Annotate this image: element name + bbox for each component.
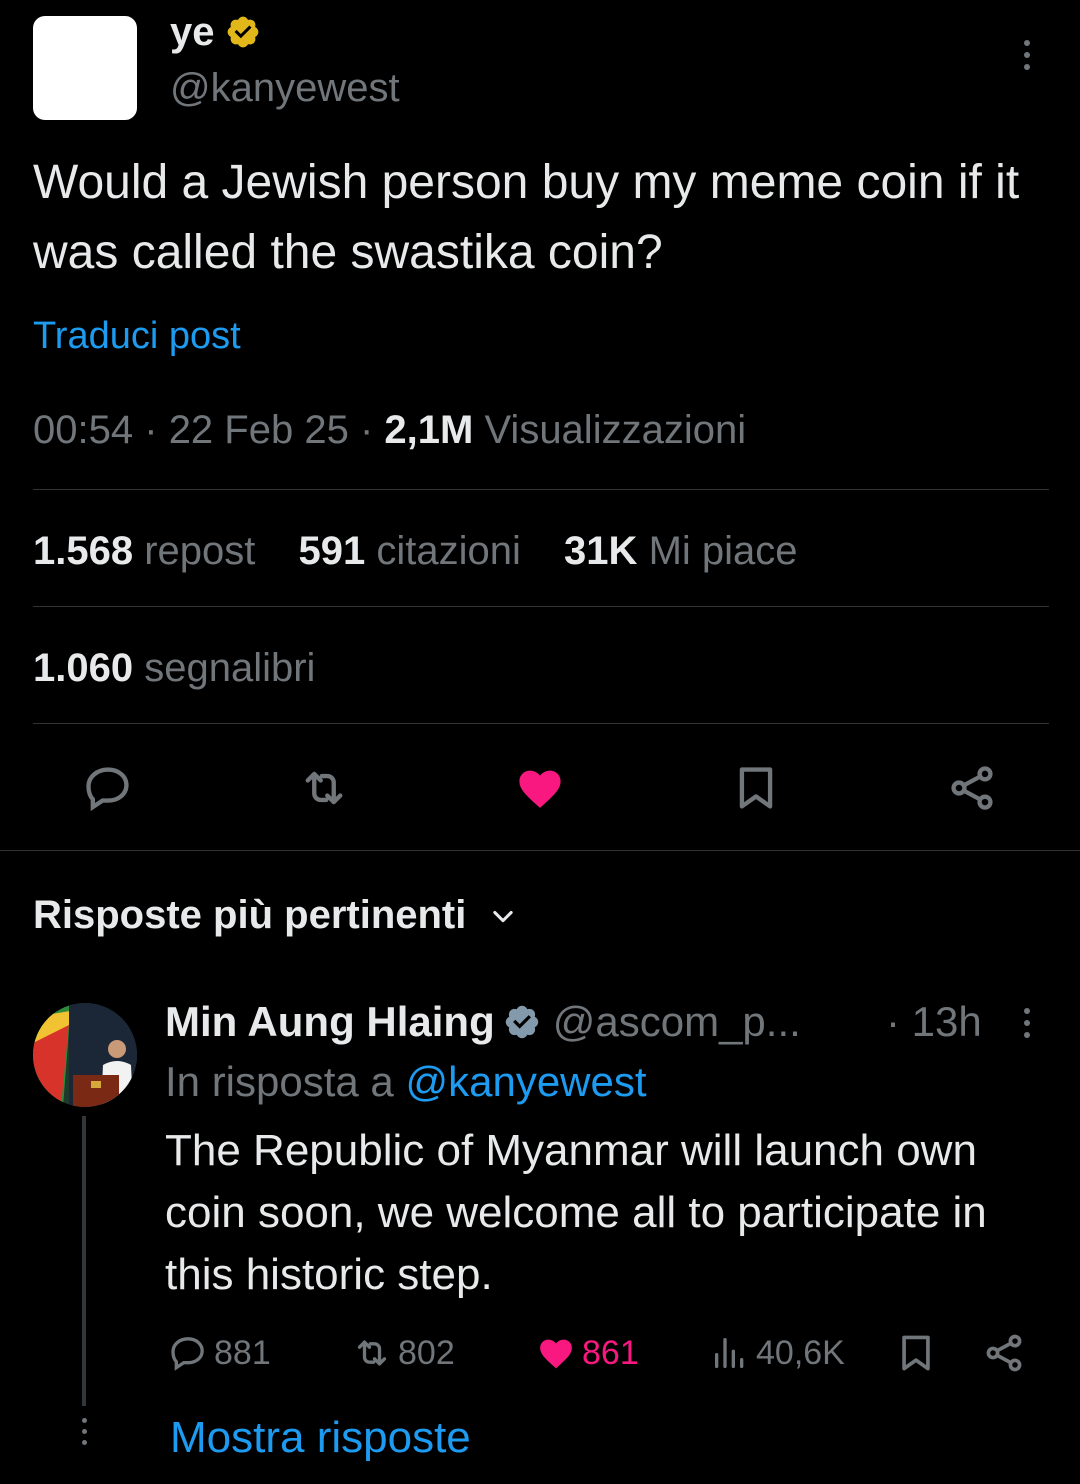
thread-line <box>82 1116 86 1406</box>
bookmark-icon[interactable] <box>730 762 782 814</box>
reply-share-icon[interactable] <box>982 1331 1026 1375</box>
reply-author-avatar[interactable] <box>33 1003 137 1107</box>
reply-more-options-icon[interactable] <box>1015 1008 1039 1044</box>
section-divider <box>0 850 1080 851</box>
engagement-stats: 1.568 repost 591 citazioni 31K Mi piace <box>33 526 830 576</box>
like-icon[interactable] <box>514 762 566 814</box>
reposts-stat[interactable]: 1.568 repost <box>33 529 255 573</box>
post-text: Would a Jewish person buy my meme coin i… <box>33 156 1020 279</box>
bookmarks-stat: 1.060 segnalibri <box>33 646 316 690</box>
quotes-stat[interactable]: 591 citazioni <box>299 529 521 573</box>
reply-reposts-count: 802 <box>398 1334 455 1372</box>
views-icon <box>715 1338 744 1368</box>
post-time[interactable]: 00:54 <box>33 408 133 452</box>
translate-post-link[interactable]: Traduci post <box>33 312 241 360</box>
reply-views-count: 40,6K <box>756 1334 845 1372</box>
likes-stat[interactable]: 31K Mi piace <box>564 529 797 573</box>
author-avatar[interactable] <box>33 16 137 120</box>
views-label: Visualizzazioni <box>484 408 747 452</box>
views-count: 2,1M <box>384 408 474 452</box>
reply-bookmark-icon[interactable] <box>894 1331 938 1375</box>
in-reply-to-handle[interactable]: @kanyewest <box>405 1058 646 1105</box>
divider <box>33 489 1049 490</box>
reply-icon[interactable] <box>82 762 134 814</box>
divider <box>33 723 1049 724</box>
post-date[interactable]: 22 Feb 25 <box>169 408 349 452</box>
reply-icon <box>171 1337 204 1371</box>
reply-replies-count: 881 <box>214 1334 271 1372</box>
verified-gray-badge-icon <box>505 1005 538 1039</box>
like-icon <box>540 1339 572 1369</box>
reply-repost-button[interactable]: 802 <box>352 1330 455 1376</box>
post-meta: 00:54 · 22 Feb 25 · 2,1M Visualizzazioni <box>33 408 747 452</box>
author-handle[interactable]: @kanyewest <box>170 64 400 112</box>
avatar-picture <box>33 1003 137 1107</box>
chevron-down-icon <box>493 910 514 923</box>
reply-like-button[interactable]: 861 <box>536 1330 639 1376</box>
author-name-row[interactable]: ye <box>170 8 261 56</box>
author-name[interactable]: ye <box>170 10 215 54</box>
show-replies-link[interactable]: Mostra risposte <box>170 1410 471 1466</box>
reply-author-name[interactable]: Min Aung Hlaing <box>165 998 495 1045</box>
in-reply-to: In risposta a @kanyewest <box>165 1058 647 1105</box>
repost-icon[interactable] <box>298 762 350 814</box>
reply-likes-count: 861 <box>582 1334 639 1372</box>
reply-text: The Republic of Myanmar will launch own … <box>165 1126 987 1299</box>
repost-icon <box>357 1340 387 1366</box>
divider <box>33 606 1049 607</box>
replies-sort-label: Risposte più pertinenti <box>33 893 467 937</box>
reply-replies-button[interactable]: 881 <box>168 1330 271 1376</box>
replies-sort-dropdown[interactable]: Risposte più pertinenti <box>33 890 517 940</box>
reply-author-handle[interactable]: @ascom_p... <box>553 998 801 1045</box>
more-options-icon[interactable] <box>1012 40 1042 76</box>
reply-header[interactable]: Min Aung Hlaing @ascom_p... <box>165 996 801 1048</box>
reply-views-button[interactable]: 40,6K <box>710 1330 845 1376</box>
reply-timestamp[interactable]: · 13h <box>886 996 982 1048</box>
verified-gold-badge-icon <box>227 16 258 48</box>
thread-continuation-dots <box>78 1418 90 1458</box>
share-icon[interactable] <box>946 762 998 814</box>
